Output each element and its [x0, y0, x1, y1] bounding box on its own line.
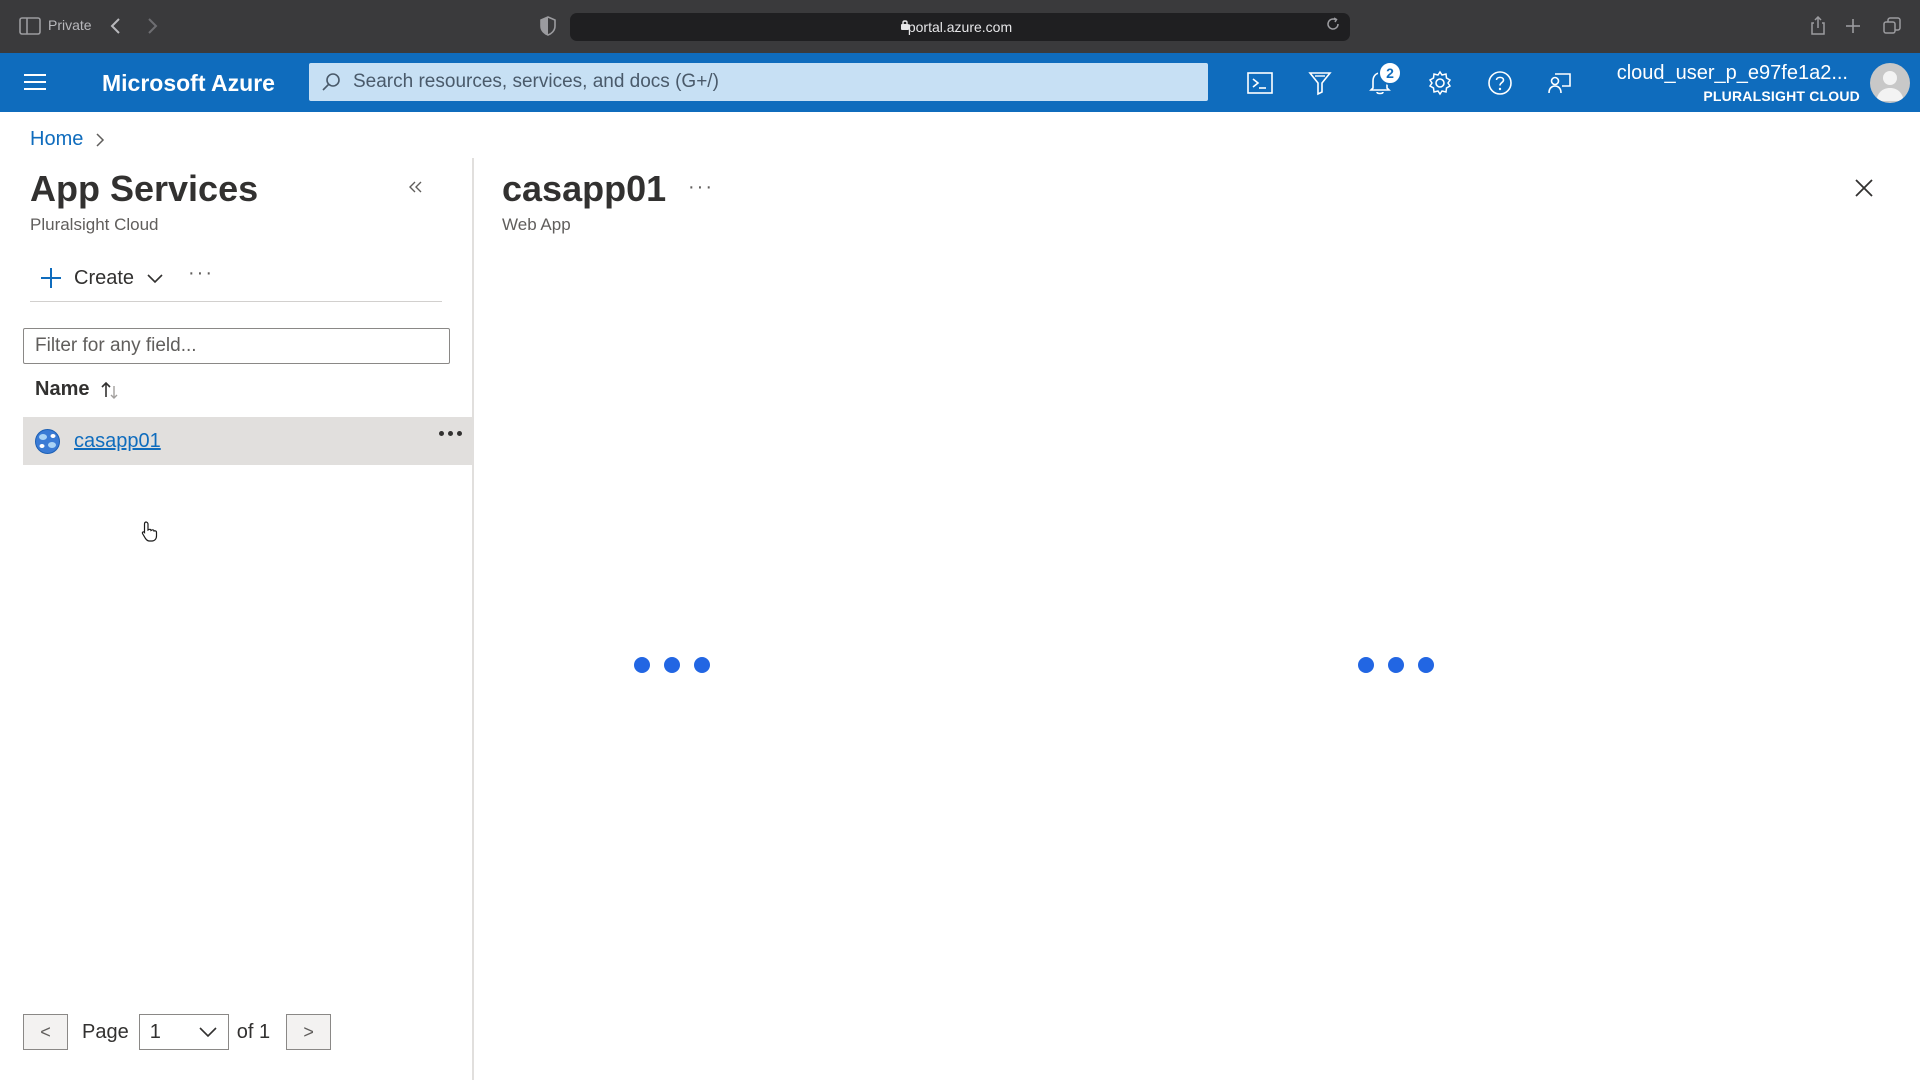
loading-dot [664, 657, 680, 673]
web-app-icon [35, 429, 60, 454]
breadcrumb-home-link[interactable]: Home [30, 128, 83, 151]
search-icon [321, 72, 341, 92]
row-more-icon[interactable] [439, 431, 462, 436]
loading-dot [1418, 657, 1434, 673]
loading-dot [634, 657, 650, 673]
name-column-header[interactable]: Name [35, 378, 121, 401]
settings-icon[interactable] [1423, 66, 1457, 100]
detail-subtitle: Web App [502, 215, 571, 234]
page-select[interactable]: 1 [138, 1014, 229, 1050]
chevron-down-icon [146, 272, 164, 284]
pointer-cursor-icon [140, 520, 158, 542]
tab-overview-icon[interactable] [1880, 14, 1904, 38]
brand-title[interactable]: Microsoft Azure [102, 70, 275, 97]
page-label: Page [82, 1020, 129, 1043]
chevron-right-icon [95, 132, 105, 148]
address-bar[interactable]: portal.azure.com [570, 13, 1350, 41]
sidebar-toggle-icon[interactable] [18, 14, 42, 38]
breadcrumb: Home [30, 128, 105, 151]
filter-input[interactable] [23, 328, 450, 364]
feedback-icon[interactable] [1543, 66, 1577, 100]
back-icon[interactable] [104, 14, 128, 38]
previous-page-button[interactable]: < [23, 1014, 68, 1050]
portal-header: Microsoft Azure Search resources, servic… [0, 53, 1920, 112]
pager: < Page 1 of 1 > [23, 1014, 332, 1050]
page-title: App Services [30, 168, 259, 209]
avatar[interactable] [1870, 63, 1910, 103]
notification-count-badge: 2 [1378, 61, 1402, 85]
pane-divider[interactable] [472, 158, 474, 1080]
global-search[interactable]: Search resources, services, and docs (G+… [309, 63, 1208, 101]
url-text: portal.azure.com [907, 19, 1013, 35]
table-row[interactable]: casapp01 [23, 417, 472, 465]
help-icon[interactable] [1483, 66, 1517, 100]
browser-toolbar: Private portal.azure.com [0, 0, 1920, 53]
chevron-down-icon [198, 1026, 218, 1038]
detail-more-button[interactable]: ··· [688, 176, 714, 199]
search-placeholder: Search resources, services, and docs (G+… [353, 71, 719, 92]
loading-dot [694, 657, 710, 673]
more-commands-button[interactable]: ··· [188, 262, 214, 285]
detail-title: casapp01 [502, 168, 667, 209]
user-name[interactable]: cloud_user_p_e97fe1a2... [1617, 62, 1848, 85]
directory-filter-icon[interactable] [1303, 66, 1337, 100]
page-total: of 1 [236, 1020, 271, 1043]
share-icon[interactable] [1806, 14, 1830, 38]
column-header-label: Name [35, 378, 90, 400]
create-label: Create [74, 266, 135, 289]
plus-icon [40, 267, 62, 289]
create-button[interactable]: Create [40, 260, 164, 296]
app-services-list-pane: App Services Pluralsight Cloud Create ··… [0, 158, 472, 1080]
page-subtitle: Pluralsight Cloud [30, 215, 159, 234]
page-select-value: 1 [149, 1020, 161, 1043]
loading-dot [1358, 657, 1374, 673]
cloud-shell-icon[interactable] [1243, 66, 1277, 100]
private-label: Private [48, 17, 92, 33]
menu-icon[interactable] [22, 70, 48, 94]
user-directory[interactable]: PLURALSIGHT CLOUD [1703, 88, 1860, 104]
new-tab-icon[interactable] [1841, 14, 1865, 38]
app-name-link[interactable]: casapp01 [74, 430, 161, 453]
command-bar: Create ··· [30, 256, 442, 302]
collapse-pane-icon[interactable] [408, 180, 424, 194]
lock-icon [900, 19, 910, 31]
close-icon[interactable] [1854, 178, 1874, 198]
loading-dot [1388, 657, 1404, 673]
sort-ascending-icon [99, 380, 121, 400]
reload-icon[interactable] [1326, 17, 1340, 31]
shield-icon[interactable] [536, 14, 560, 38]
next-page-button[interactable]: > [286, 1014, 332, 1050]
loading-indicator [634, 657, 710, 673]
forward-icon[interactable] [140, 14, 164, 38]
loading-indicator [1358, 657, 1434, 673]
